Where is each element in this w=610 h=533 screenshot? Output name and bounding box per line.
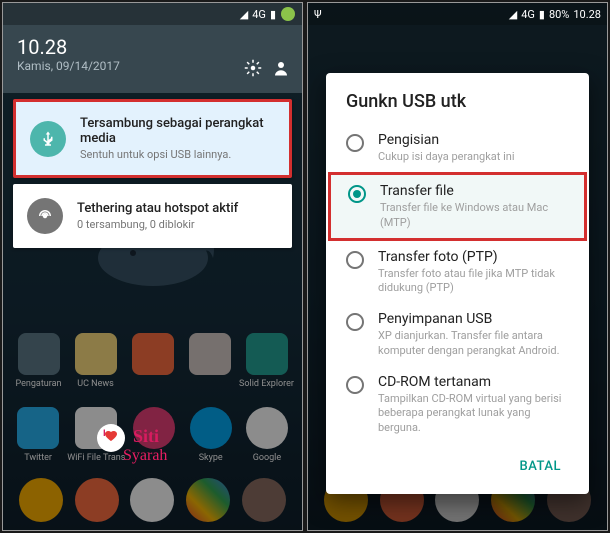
usb-options-dialog: Gunkn USB utk Pengisian Cukup isi daya p… — [326, 73, 589, 494]
option-label: Transfer foto (PTP) — [378, 249, 569, 265]
clock-time: 10.28 — [573, 8, 601, 21]
option-description: Transfer foto atau file jika MTP tidak d… — [378, 267, 569, 296]
notification-subtitle: Sentuh untuk opsi USB lainnya. — [80, 148, 275, 161]
option-label: Penyimpanan USB — [378, 311, 569, 327]
network-label: 4G — [252, 8, 266, 21]
battery-icon: ▮ — [270, 8, 276, 21]
option-label: CD-ROM tertanam — [378, 374, 569, 390]
network-label: 4G — [521, 8, 535, 21]
option-description: Cukup isi daya perangkat ini — [378, 150, 515, 164]
notification-hotspot[interactable]: Tethering atau hotspot aktif 0 tersambun… — [13, 184, 292, 248]
notification-text: Tethering atau hotspot aktif 0 tersambun… — [77, 201, 238, 231]
avatar-icon — [280, 6, 296, 22]
notification-title: Tersambung sebagai perangkat media — [80, 116, 275, 146]
clock-time: 10.28 — [17, 35, 288, 59]
notification-title: Tethering atau hotspot aktif — [77, 201, 238, 216]
radio-icon — [346, 251, 364, 269]
option-transfer-file[interactable]: Transfer file Transfer file ke Windows a… — [328, 172, 587, 241]
notification-usb-media[interactable]: Tersambung sebagai perangkat media Sentu… — [13, 99, 292, 178]
option-label: Pengisian — [378, 132, 515, 148]
status-bar: ◢ 4G ▮ — [3, 3, 302, 25]
option-description: XP dianjurkan. Transfer file antara komp… — [378, 329, 569, 358]
radio-icon — [346, 313, 364, 331]
svg-text:Siti: Siti — [133, 426, 159, 446]
radio-icon-checked — [348, 185, 366, 203]
signal-icon: ◢ — [240, 8, 248, 21]
option-penyimpanan-usb[interactable]: Penyimpanan USB XP dianjurkan. Transfer … — [326, 303, 589, 366]
dialog-actions: BATAL — [326, 443, 589, 486]
option-description: Transfer file ke Windows atau Mac (MTP) — [380, 201, 567, 230]
option-description: Tampilkan CD-ROM virtual yang berisi beb… — [378, 392, 569, 435]
user-icon[interactable] — [272, 59, 290, 77]
status-bar: Ψ ◢ 4G ▮ 80% 10.28 — [308, 3, 607, 25]
settings-icon[interactable] — [244, 59, 262, 77]
battery-icon: ▮ — [539, 8, 545, 21]
notification-text: Tersambung sebagai perangkat media Sentu… — [80, 116, 275, 161]
left-phone-notification-shade: ◢ 4G ▮ 10.28 Kamis, 09/14/2017 Tersambun… — [2, 2, 303, 531]
option-cdrom[interactable]: CD-ROM tertanam Tampilkan CD-ROM virtual… — [326, 366, 589, 443]
quick-toggle-icons[interactable] — [244, 59, 290, 77]
radio-icon — [346, 134, 364, 152]
usb-status-icon: Ψ — [314, 8, 322, 21]
notification-header: 10.28 Kamis, 09/14/2017 — [3, 25, 302, 93]
option-transfer-foto[interactable]: Transfer foto (PTP) Transfer foto atau f… — [326, 241, 589, 304]
watermark-sitisyarah: Siti Syarah I — [93, 420, 213, 470]
right-phone-usb-dialog: Ψ ◢ 4G ▮ 80% 10.28 Gunkn USB utk Pengisi… — [307, 2, 608, 531]
option-label: Transfer file — [380, 183, 567, 199]
svg-text:Syarah: Syarah — [123, 447, 167, 464]
cancel-button[interactable]: BATAL — [508, 451, 574, 482]
usb-icon — [30, 121, 66, 157]
radio-icon — [346, 376, 364, 394]
battery-percent: 80% — [549, 8, 569, 21]
option-pengisian[interactable]: Pengisian Cukup isi daya perangkat ini — [326, 124, 589, 172]
dialog-title: Gunkn USB utk — [326, 91, 589, 124]
notification-subtitle: 0 tersambung, 0 diblokir — [77, 218, 238, 231]
hotspot-icon — [27, 198, 63, 234]
signal-icon: ◢ — [509, 8, 517, 21]
